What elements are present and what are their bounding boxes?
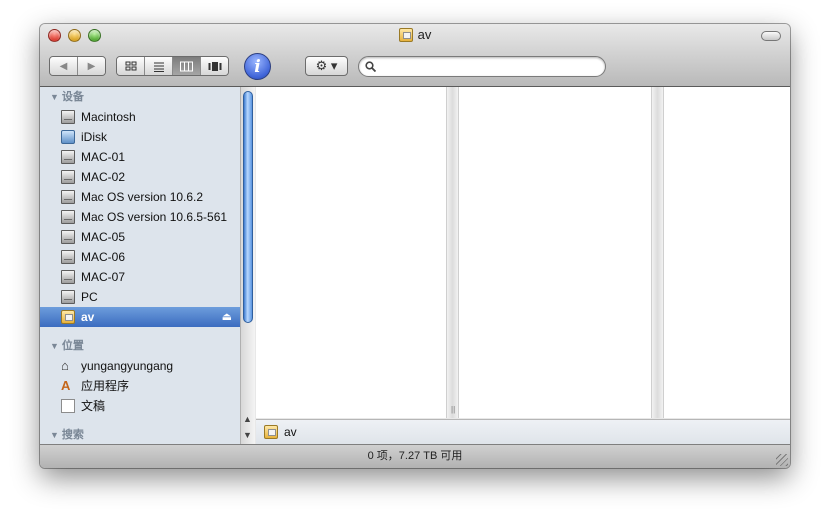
hard-drive-icon (61, 150, 75, 164)
sidebar-scrollbar[interactable]: ▲ ▼ (240, 87, 255, 444)
sidebar-section-places[interactable]: ▼ 位置 (40, 336, 240, 356)
back-button[interactable]: ◀ (50, 57, 78, 75)
column-view-icon (180, 61, 193, 71)
sidebar-section-devices[interactable]: ▼ 设备 (40, 87, 240, 107)
sidebar-item-mac-07[interactable]: MAC-07 (40, 267, 240, 287)
path-bar-item[interactable]: av (284, 425, 297, 439)
browser-column-1[interactable] (256, 87, 446, 418)
idisk-icon (61, 130, 75, 144)
sidebar-item-documents[interactable]: 文稿 (40, 396, 240, 416)
window-title-text: av (417, 27, 432, 42)
forward-button[interactable]: ▶ (78, 57, 105, 75)
documents-icon (61, 399, 75, 413)
status-text: 0 项，7.27 TB 可用 (367, 450, 463, 462)
eject-icon[interactable]: ⏏ (222, 307, 232, 327)
hard-drive-icon (61, 230, 75, 244)
sidebar-item-pc[interactable]: PC (40, 287, 240, 307)
sidebar-section-search[interactable]: ▼ 搜索 (40, 425, 240, 444)
coverflow-view-button[interactable] (201, 57, 228, 75)
resize-grip-icon[interactable] (776, 454, 788, 466)
disclosure-triangle-icon: ▼ (50, 92, 59, 102)
search-field[interactable] (358, 56, 606, 77)
window-title: av (40, 27, 790, 42)
hard-drive-icon (61, 270, 75, 284)
hard-drive-icon (61, 110, 75, 124)
search-icon (365, 61, 377, 75)
column-view-button[interactable] (173, 57, 201, 75)
sidebar-item-label: Mac OS version 10.6.5-561 (81, 210, 228, 224)
sidebar-item-mac-01[interactable]: MAC-01 (40, 147, 240, 167)
hard-drive-icon (61, 250, 75, 264)
sidebar-item-mac-os-10-6-2[interactable]: Mac OS version 10.6.2 (40, 187, 240, 207)
sidebar-item-label: MAC-07 (81, 270, 126, 284)
sidebar-item-label: iDisk (81, 130, 107, 144)
sidebar-item-av[interactable]: av ⏏ (40, 307, 240, 327)
scroll-up-arrow-icon[interactable]: ▲ (243, 414, 252, 424)
sidebar-item-label: Macintosh (81, 110, 136, 124)
sidebar-item-label: MAC-05 (81, 230, 126, 244)
sidebar-item-home[interactable]: ⌂ yungangyungang (40, 356, 240, 376)
sidebar-item-label: PC (81, 290, 98, 304)
sidebar-item-label: av (81, 310, 95, 324)
column-browser: || (256, 87, 790, 418)
network-disk-icon (61, 310, 75, 324)
browser-column-2[interactable] (459, 87, 651, 418)
sidebar-item-label: yungangyungang (81, 359, 174, 373)
network-disk-icon (398, 27, 413, 42)
applications-icon: A (61, 378, 71, 393)
sidebar-item-applications[interactable]: A 应用程序 (40, 376, 240, 396)
search-input[interactable] (381, 59, 600, 75)
sidebar-section-label: 设备 (61, 91, 84, 103)
disclosure-triangle-icon: ▼ (50, 341, 59, 351)
column-divider[interactable]: || (446, 87, 459, 418)
coverflow-view-icon (208, 61, 221, 71)
home-icon: ⌂ (61, 358, 69, 373)
browser-column-3[interactable] (664, 87, 790, 418)
icon-view-icon (125, 61, 136, 70)
list-view-button[interactable] (145, 57, 173, 75)
sidebar-item-mac-os-10-6-5-561[interactable]: Mac OS version 10.6.5-561 (40, 207, 240, 227)
sidebar-item-label: MAC-06 (81, 250, 126, 264)
sidebar-item-label: 文稿 (81, 399, 106, 413)
disclosure-triangle-icon: ▼ (50, 430, 59, 440)
gear-icon: ⚙ ▾ (315, 58, 338, 73)
sidebar-item-label: 应用程序 (81, 379, 130, 393)
title-toolbar: av ◀ ▶ i ⚙ ▾ (40, 24, 790, 87)
sidebar-item-mac-02[interactable]: MAC-02 (40, 167, 240, 187)
finder-window: av ◀ ▶ i ⚙ ▾ ▼ 设备 Macintosh iDisk MAC-01… (40, 24, 790, 468)
scroll-down-arrow-icon[interactable]: ▼ (243, 430, 252, 440)
column-divider[interactable] (651, 87, 664, 418)
sidebar-item-mac-05[interactable]: MAC-05 (40, 227, 240, 247)
info-icon: i (254, 56, 261, 77)
hard-drive-icon (61, 290, 75, 304)
hard-drive-icon (61, 190, 75, 204)
action-menu-button[interactable]: ⚙ ▾ (305, 56, 348, 76)
sidebar-item-idisk[interactable]: iDisk (40, 127, 240, 147)
sidebar-section-label: 位置 (61, 340, 84, 352)
hard-drive-icon (61, 170, 75, 184)
sidebar-item-macintosh[interactable]: Macintosh (40, 107, 240, 127)
back-forward-control: ◀ ▶ (49, 56, 106, 76)
sidebar-item-mac-06[interactable]: MAC-06 (40, 247, 240, 267)
list-view-icon (153, 62, 164, 72)
sidebar-item-label: Mac OS version 10.6.2 (81, 190, 204, 204)
network-disk-icon (264, 425, 278, 439)
scrollbar-thumb[interactable] (243, 91, 253, 323)
sidebar-item-label: MAC-02 (81, 170, 126, 184)
sidebar: ▼ 设备 Macintosh iDisk MAC-01 MAC-02 Mac OS… (40, 87, 241, 444)
toolbar-toggle-button[interactable] (761, 31, 781, 41)
hard-drive-icon (61, 210, 75, 224)
icon-view-button[interactable] (117, 57, 145, 75)
sidebar-section-label: 搜索 (61, 429, 84, 441)
get-info-button[interactable]: i (244, 53, 271, 80)
status-bar: 0 项，7.27 TB 可用 (40, 444, 790, 468)
path-bar: av (256, 419, 790, 444)
view-mode-control (116, 56, 229, 76)
column-resize-grip-icon[interactable]: || (451, 405, 455, 414)
sidebar-item-label: MAC-01 (81, 150, 126, 164)
